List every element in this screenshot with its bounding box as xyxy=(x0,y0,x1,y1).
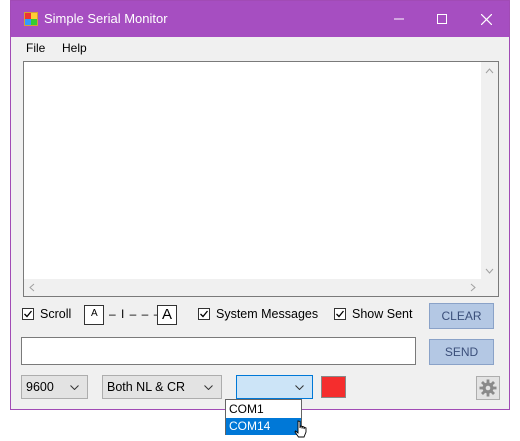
maximize-button[interactable] xyxy=(419,1,464,37)
com-port-dropdown-list: COM1 COM14 xyxy=(225,399,302,435)
send-input[interactable] xyxy=(21,337,416,365)
menu-bar: File Help xyxy=(11,37,509,59)
show-sent-label: Show Sent xyxy=(352,307,413,321)
send-button[interactable]: SEND xyxy=(429,339,494,365)
chevron-down-icon xyxy=(295,385,304,390)
line-ending-select[interactable]: Both NL & CR xyxy=(102,375,222,399)
large-a-glyph: A xyxy=(162,306,173,323)
com-port-select[interactable] xyxy=(236,375,313,399)
menu-file[interactable]: File xyxy=(26,41,45,55)
scroll-right-icon[interactable] xyxy=(470,283,476,292)
scroll-checkbox[interactable] xyxy=(22,308,34,320)
scroll-label: Scroll xyxy=(40,307,72,321)
clear-button[interactable]: CLEAR xyxy=(429,303,494,329)
serial-output-area[interactable] xyxy=(23,61,499,297)
scroll-corner xyxy=(481,279,498,296)
scroll-down-icon[interactable] xyxy=(485,268,494,274)
scroll-up-icon[interactable] xyxy=(485,68,494,74)
show-sent-checkbox[interactable] xyxy=(334,308,346,320)
font-larger-button[interactable]: A xyxy=(157,305,177,325)
check-icon xyxy=(200,310,209,318)
small-a-glyph: A xyxy=(91,308,98,319)
baud-rate-value: 9600 xyxy=(26,380,54,394)
mouse-cursor-icon xyxy=(294,420,307,438)
chevron-down-icon xyxy=(204,385,213,390)
minimize-button[interactable] xyxy=(376,1,421,37)
menu-help[interactable]: Help xyxy=(62,41,87,55)
close-icon xyxy=(481,13,492,25)
settings-button[interactable] xyxy=(476,376,500,400)
system-messages-label: System Messages xyxy=(216,307,319,321)
title-bar[interactable]: Simple Serial Monitor xyxy=(11,1,509,37)
maximize-icon xyxy=(436,14,447,24)
minimize-icon xyxy=(393,18,404,20)
close-button[interactable] xyxy=(464,1,509,37)
chevron-down-icon xyxy=(70,385,79,390)
gear-icon xyxy=(479,379,497,397)
check-icon xyxy=(336,310,345,318)
vertical-scrollbar[interactable] xyxy=(481,62,498,281)
horizontal-scrollbar[interactable] xyxy=(24,279,481,296)
system-messages-checkbox[interactable] xyxy=(198,308,210,320)
font-size-slider[interactable]: – I – – – xyxy=(109,307,161,321)
scroll-left-icon[interactable] xyxy=(29,283,35,292)
line-ending-value: Both NL & CR xyxy=(107,380,186,394)
baud-rate-select[interactable]: 9600 xyxy=(21,375,88,399)
app-icon xyxy=(24,12,38,26)
window-title: Simple Serial Monitor xyxy=(44,11,168,26)
connection-status-indicator xyxy=(321,376,346,398)
com-port-option-com14[interactable]: COM14 xyxy=(226,418,301,435)
main-window: Simple Serial Monitor File Help Scroll A xyxy=(10,0,510,410)
check-icon xyxy=(24,310,33,318)
com-port-option-com1[interactable]: COM1 xyxy=(226,401,301,418)
font-smaller-button[interactable]: A xyxy=(84,305,104,325)
